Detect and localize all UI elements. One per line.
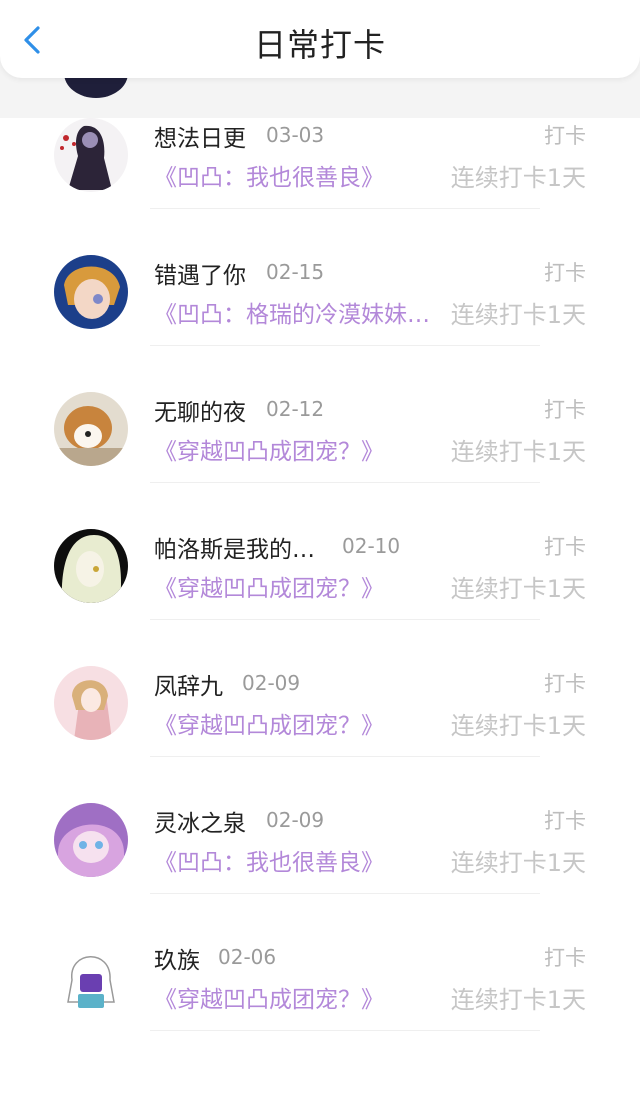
page-title: 日常打卡 — [253, 26, 386, 64]
book-title-link[interactable]: 《凹凸：格瑞的冷漠妹妹… — [154, 295, 430, 329]
avatar[interactable] — [54, 392, 128, 466]
user-name: 凤辞九 — [154, 674, 223, 700]
user-name: 灵冰之泉 — [154, 811, 246, 837]
avatar[interactable] — [54, 666, 128, 740]
checkin-label: 打卡 — [544, 946, 586, 970]
streak-text: 连续打卡1天 — [450, 164, 586, 192]
list-item[interactable]: 错遇了你 02-15 打卡 《凹凸：格瑞的冷漠妹妹… 连续打卡1天 — [0, 209, 640, 346]
streak-text: 连续打卡1天 — [450, 986, 586, 1014]
checkin-date: 02-09 — [242, 671, 301, 695]
checkin-label: 打卡 — [544, 535, 586, 559]
user-name: 玖族 — [154, 948, 200, 974]
checkin-label: 打卡 — [544, 261, 586, 285]
list-item[interactable]: 灵冰之泉 02-09 打卡 《凹凸：我也很善良》 连续打卡1天 — [0, 757, 640, 894]
user-name: 无聊的夜 — [154, 400, 246, 426]
avatar[interactable] — [54, 118, 128, 192]
avatar[interactable] — [54, 529, 128, 603]
avatar[interactable] — [54, 940, 128, 1014]
book-title-link[interactable]: 《穿越凹凸成团宠？》 — [154, 980, 384, 1014]
streak-text: 连续打卡1天 — [450, 849, 586, 877]
book-title-link[interactable]: 《凹凸：我也很善良》 — [154, 158, 384, 192]
list-item[interactable]: 凤辞九 02-09 打卡 《穿越凹凸成团宠？》 连续打卡1天 — [0, 620, 640, 757]
list-item[interactable]: 无聊的夜 02-12 打卡 《穿越凹凸成团宠？》 连续打卡1天 — [0, 346, 640, 483]
avatar[interactable] — [54, 255, 128, 329]
book-title-link[interactable]: 《穿越凹凸成团宠？》 — [154, 569, 384, 603]
list-item[interactable]: 玖族 02-06 打卡 《穿越凹凸成团宠？》 连续打卡1天 — [0, 894, 640, 1031]
checkin-date: 03-03 — [266, 123, 325, 147]
streak-text: 连续打卡1天 — [450, 575, 586, 603]
checkin-date: 02-12 — [266, 397, 325, 421]
checkin-date: 02-09 — [266, 808, 325, 832]
user-name: 帕洛斯是我的… — [154, 537, 315, 563]
checkin-date: 02-10 — [342, 534, 401, 558]
user-name: 想法日更 — [154, 126, 246, 152]
checkin-label: 打卡 — [544, 672, 586, 696]
book-title-link[interactable]: 《穿越凹凸成团宠？》 — [154, 706, 384, 740]
checkin-label: 打卡 — [544, 398, 586, 422]
checkin-date: 02-15 — [266, 260, 325, 284]
list-item[interactable]: 帕洛斯是我的… 02-10 打卡 《穿越凹凸成团宠？》 连续打卡1天 — [0, 483, 640, 620]
checkin-list: 想法日更 03-03 打卡 《凹凸：我也很善良》 连续打卡1天 错遇了你 02-… — [0, 118, 640, 1093]
streak-text: 连续打卡1天 — [450, 712, 586, 740]
checkin-date: 02-06 — [218, 945, 277, 969]
avatar[interactable] — [54, 803, 128, 877]
checkin-label: 打卡 — [544, 809, 586, 833]
streak-text: 连续打卡1天 — [450, 438, 586, 466]
checkin-label: 打卡 — [544, 124, 586, 148]
book-title-link[interactable]: 《穿越凹凸成团宠？》 — [154, 432, 384, 466]
top-nav-bar: 日常打卡 — [0, 0, 640, 78]
user-name: 错遇了你 — [154, 263, 246, 289]
streak-text: 连续打卡1天 — [450, 301, 586, 329]
book-title-link[interactable]: 《凹凸：我也很善良》 — [154, 843, 384, 877]
